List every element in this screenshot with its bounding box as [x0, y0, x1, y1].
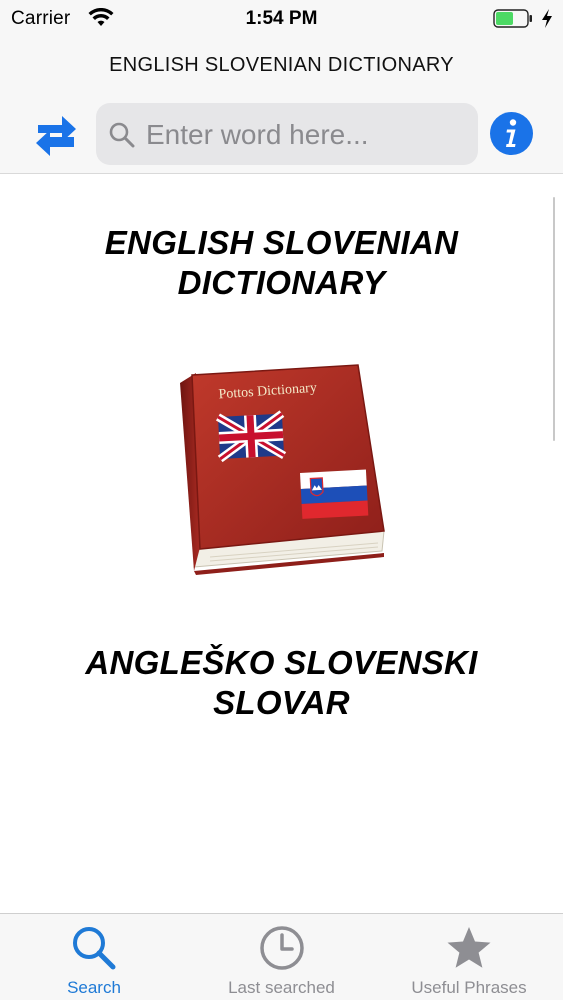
tab-useful-phrases-label: Useful Phrases	[411, 978, 527, 997]
search-icon	[109, 122, 135, 148]
charging-bolt-icon	[542, 9, 552, 28]
scroll-indicator[interactable]	[553, 197, 555, 441]
search-box[interactable]	[96, 103, 478, 165]
tab-last-searched-label: Last searched	[228, 978, 335, 997]
clock: 1:54 PM	[245, 8, 318, 29]
tab-last-searched[interactable]: Last searched	[188, 914, 375, 1000]
swap-arrows-icon[interactable]	[32, 110, 80, 158]
heading-english: ENGLISH SLOVENIAN DICTIONARY	[104, 224, 459, 301]
tab-bar: Search Last searched Useful Phrases	[0, 913, 563, 1000]
clock-icon	[259, 926, 304, 970]
main-content[interactable]: ENGLISH SLOVENIAN DICTIONARY Pottos Dict…	[0, 175, 563, 913]
heading-slovenian: ANGLEŠKO SLOVENSKI SLOVAR	[85, 644, 478, 721]
tab-search-label: Search	[67, 978, 121, 997]
search-icon	[73, 927, 116, 970]
top-area: Carrier 1:54 PM ENGLISH SLOVENIAN DICTIO…	[0, 0, 563, 174]
status-bar: Carrier 1:54 PM	[0, 0, 563, 40]
tab-search[interactable]: Search	[0, 914, 188, 1000]
battery-icon	[493, 9, 532, 28]
tab-useful-phrases[interactable]: Useful Phrases	[375, 914, 563, 1000]
info-icon[interactable]	[489, 111, 534, 156]
nav-title: ENGLISH SLOVENIAN DICTIONARY	[109, 54, 454, 76]
dictionary-book-icon: Pottos Dictionary	[180, 364, 385, 575]
search-input[interactable]	[146, 115, 466, 155]
star-icon	[447, 927, 491, 968]
